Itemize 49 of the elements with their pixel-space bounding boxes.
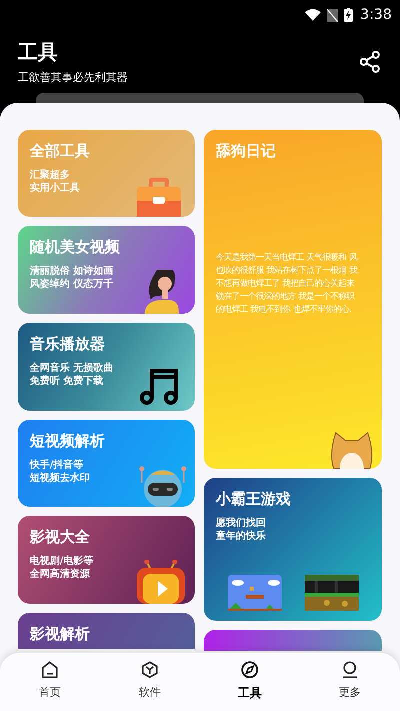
card-title: 影视解析	[30, 625, 91, 644]
card-title: 舔狗日记	[216, 142, 277, 161]
tool-card[interactable]: 音乐播放器 全网音乐 无损歌曲 免费听 免费下载	[18, 323, 195, 411]
card-description: 童年的快乐	[216, 530, 267, 543]
wifi-icon	[304, 9, 321, 21]
tool-card[interactable]: 小霸王游戏 愿我们找回 童年的快乐	[204, 478, 382, 621]
card-description: 全网高清资源	[30, 568, 91, 581]
card-description: 风姿绰约 仪态万千	[30, 278, 114, 291]
diary-text-line: 今天是我第一天当电焊工 天气很暖和 风	[216, 251, 358, 264]
tool-card[interactable]: 影视解析	[18, 613, 195, 649]
card-description: 汇聚超多	[30, 169, 71, 182]
page-title: 工具	[18, 39, 59, 66]
music-note-icon	[139, 369, 179, 405]
card-title: 音乐播放器	[30, 335, 106, 354]
tool-card[interactable]: 影视大全 电视剧/电影等 全网高清资源	[18, 516, 195, 604]
diary-text-line: 不想再做电焊工了 我把自己的心关起来	[216, 277, 355, 290]
card-description: 实用小工具	[30, 182, 81, 195]
nav-tab[interactable]: 更多	[300, 653, 400, 711]
card-title: 小霸王游戏	[216, 490, 292, 509]
briefcase-icon	[137, 177, 181, 217]
card-description: 愿我们找回	[216, 517, 267, 530]
card-description: 免费听 免费下载	[30, 375, 104, 388]
card-description: 短视频去水印	[30, 472, 91, 485]
card-description: 快手/抖音等	[30, 459, 85, 472]
nav-tab[interactable]: 工具	[200, 653, 300, 711]
cube-icon	[141, 661, 159, 679]
diary-text-line: 也吹的很舒服 我站在树下点了一根烟 我	[216, 264, 358, 277]
nav-tab[interactable]: 首页	[0, 653, 100, 711]
battery-charging-icon	[344, 8, 353, 22]
page-subtitle: 工欲善其事必先利其器	[18, 70, 128, 85]
card-description: 全网音乐 无损歌曲	[30, 362, 114, 375]
no-sim-icon	[326, 8, 338, 22]
card-title: 短视频解析	[30, 432, 106, 451]
card-title: 随机美女视频	[30, 238, 121, 257]
profile-icon	[341, 661, 359, 679]
card-description: 电视剧/电影等	[30, 555, 95, 568]
compass-icon	[241, 661, 259, 679]
diary-text-line: 锁在了一个很深的地方 我是一个不称职	[216, 290, 355, 303]
card-title: 影视大全	[30, 528, 91, 547]
share-button[interactable]	[358, 49, 382, 75]
card-title: 全部工具	[30, 142, 91, 161]
share-icon	[360, 51, 380, 73]
tv-play-icon	[137, 560, 185, 604]
diary-text-line: 的电焊工 我电不到你 也焊不牢你的心.	[216, 303, 352, 316]
status-time: 3:38	[360, 7, 392, 23]
card-description: 清丽脱俗 如诗如画	[30, 265, 114, 278]
robot-icon	[139, 465, 187, 507]
home-icon	[41, 661, 59, 679]
nav-tab[interactable]: 软件	[100, 653, 200, 711]
